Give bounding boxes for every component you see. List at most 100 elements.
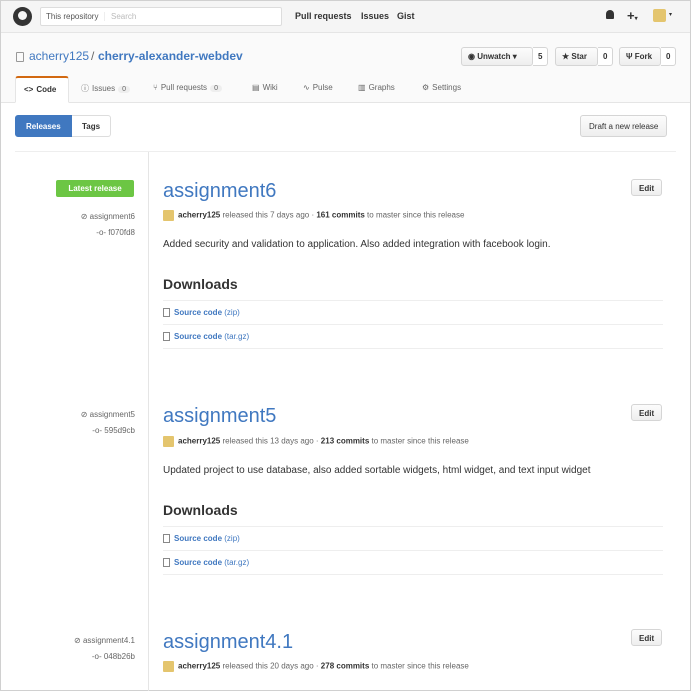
- release-commit-link[interactable]: -o- 595d9cb: [92, 426, 135, 435]
- since-text: to master since this release: [371, 436, 469, 446]
- git-pull-request-icon: ⑂: [153, 83, 158, 92]
- release-description: Added security and validation to applica…: [163, 239, 551, 250]
- nav-gist[interactable]: Gist: [397, 11, 415, 21]
- repo-owner-link[interactable]: acherry125: [29, 49, 89, 63]
- tab-label: Settings: [432, 83, 462, 92]
- commits-link[interactable]: 213 commits: [321, 437, 369, 446]
- release-time: released this 20 days ago ·: [222, 661, 319, 671]
- tab-pull-requests[interactable]: ⑂ Pull requests 0: [145, 76, 230, 103]
- release-tag-link[interactable]: ⊘ assignment6: [81, 212, 135, 221]
- commits-link[interactable]: 161 commits: [316, 211, 364, 220]
- release-title-link[interactable]: assignment4.1: [163, 631, 293, 654]
- download-targz-link[interactable]: Source code (tar.gz): [163, 550, 663, 574]
- tag-name: assignment4.1: [82, 636, 135, 645]
- commits-link[interactable]: 278 commits: [321, 662, 369, 671]
- release-commit-link[interactable]: -o- 048b26b: [92, 652, 135, 661]
- graph-icon: ▥: [358, 83, 366, 92]
- star-count[interactable]: 0: [598, 47, 614, 66]
- download-zip-link[interactable]: Source code (zip): [163, 300, 663, 324]
- search-field[interactable]: This repository Search: [40, 7, 282, 26]
- download-format: (tar.gz): [224, 332, 250, 341]
- edit-release-button[interactable]: Edit: [631, 629, 663, 646]
- file-zip-icon: [163, 332, 170, 342]
- watch-count[interactable]: 5: [533, 47, 549, 66]
- tab-counter: 0: [118, 86, 131, 93]
- file-zip-icon: [163, 534, 170, 544]
- tab-issues[interactable]: ⓘ Issues 0: [73, 76, 138, 103]
- release-commit-link[interactable]: -o- f070fd8: [96, 228, 135, 237]
- notifications-bell-icon[interactable]: [606, 10, 614, 19]
- nav-pull-requests[interactable]: Pull requests: [295, 11, 352, 21]
- file-zip-icon: [163, 558, 170, 568]
- download-format: (tar.gz): [224, 558, 250, 567]
- gear-icon: ⚙: [422, 83, 430, 92]
- downloads-heading: Downloads: [163, 276, 238, 292]
- issue-opened-icon: ⓘ: [81, 84, 89, 93]
- release-tag-link[interactable]: ⊘ assignment5: [81, 410, 135, 419]
- user-avatar[interactable]: [653, 9, 666, 22]
- search-placeholder: Search: [111, 12, 137, 21]
- tab-label: Pull requests: [160, 83, 208, 92]
- commit-sha: 048b26b: [103, 652, 135, 661]
- download-label: Source code: [174, 332, 223, 341]
- tags-tab-button[interactable]: Tags: [72, 115, 112, 137]
- tab-wiki[interactable]: ▤ Wiki: [244, 76, 286, 103]
- tab-graphs[interactable]: ▥ Graphs: [350, 76, 403, 103]
- release-title-link[interactable]: assignment5: [163, 405, 276, 428]
- release-title-link[interactable]: assignment6: [163, 180, 276, 203]
- download-zip-link[interactable]: Source code (zip): [163, 526, 663, 550]
- star-button[interactable]: ★ Star: [555, 47, 598, 66]
- release-tag-link[interactable]: ⊘ assignment4.1: [74, 636, 135, 645]
- tab-label: Code: [36, 85, 57, 94]
- fork-button[interactable]: Ψ Fork: [619, 47, 661, 66]
- tab-settings[interactable]: ⚙ Settings: [414, 76, 469, 103]
- chevron-down-icon: ▾: [512, 52, 517, 61]
- edit-release-button[interactable]: Edit: [631, 404, 663, 421]
- pulse-icon: ∿: [303, 83, 310, 92]
- tag-icon: ⊘: [80, 410, 90, 419]
- author-link[interactable]: acherry125: [178, 211, 220, 220]
- tab-pulse[interactable]: ∿ Pulse: [295, 76, 341, 103]
- tab-code[interactable]: <> Code: [15, 76, 69, 103]
- draft-new-release-button[interactable]: Draft a new release: [580, 115, 668, 137]
- tag-name: assignment5: [89, 410, 135, 419]
- github-logo-icon[interactable]: [13, 7, 32, 26]
- download-format: (zip): [224, 534, 240, 543]
- code-icon: <>: [24, 85, 34, 94]
- download-targz-link[interactable]: Source code (tar.gz): [163, 324, 663, 348]
- commit-sha: f070fd8: [108, 228, 135, 237]
- release-author-line: acherry125 released this 7 days ago · 16…: [163, 210, 464, 221]
- download-label: Source code: [174, 308, 223, 317]
- download-label: Source code: [174, 558, 223, 567]
- star-label: Star: [571, 52, 587, 61]
- create-new-icon[interactable]: +▾: [627, 8, 638, 23]
- tag-icon: ⊘: [80, 212, 90, 221]
- file-zip-icon: [163, 308, 170, 318]
- git-commit-icon: -o-: [92, 426, 105, 435]
- tab-counter: 0: [210, 85, 222, 92]
- git-commit-icon: -o-: [96, 228, 109, 237]
- tab-label: Pulse: [312, 83, 333, 92]
- repo-icon: [16, 52, 24, 62]
- author-link[interactable]: acherry125: [178, 662, 220, 671]
- since-text: to master since this release: [371, 661, 469, 671]
- author-link[interactable]: acherry125: [178, 437, 220, 446]
- repo-path-separator: /: [91, 49, 95, 63]
- author-avatar: [163, 210, 174, 221]
- git-commit-icon: -o-: [91, 652, 104, 661]
- chevron-down-icon: ▾: [634, 16, 638, 22]
- author-avatar: [163, 661, 174, 672]
- release-time: released this 7 days ago ·: [222, 210, 315, 220]
- fork-icon: Ψ: [626, 52, 635, 61]
- fork-count[interactable]: 0: [661, 47, 677, 66]
- latest-release-badge: Latest release: [56, 180, 134, 197]
- divider: [163, 574, 663, 575]
- unwatch-button[interactable]: ◉ Unwatch ▾: [461, 47, 533, 66]
- edit-release-button[interactable]: Edit: [631, 179, 663, 196]
- avatar-chevron-down-icon[interactable]: ▾: [669, 11, 672, 18]
- download-label: Source code: [174, 534, 223, 543]
- releases-tab-button[interactable]: Releases: [15, 115, 72, 137]
- repo-name-link[interactable]: cherry-alexander-webdev: [98, 49, 243, 63]
- release-author-line: acherry125 released this 13 days ago · 2…: [163, 436, 469, 447]
- nav-issues[interactable]: Issues: [361, 11, 389, 21]
